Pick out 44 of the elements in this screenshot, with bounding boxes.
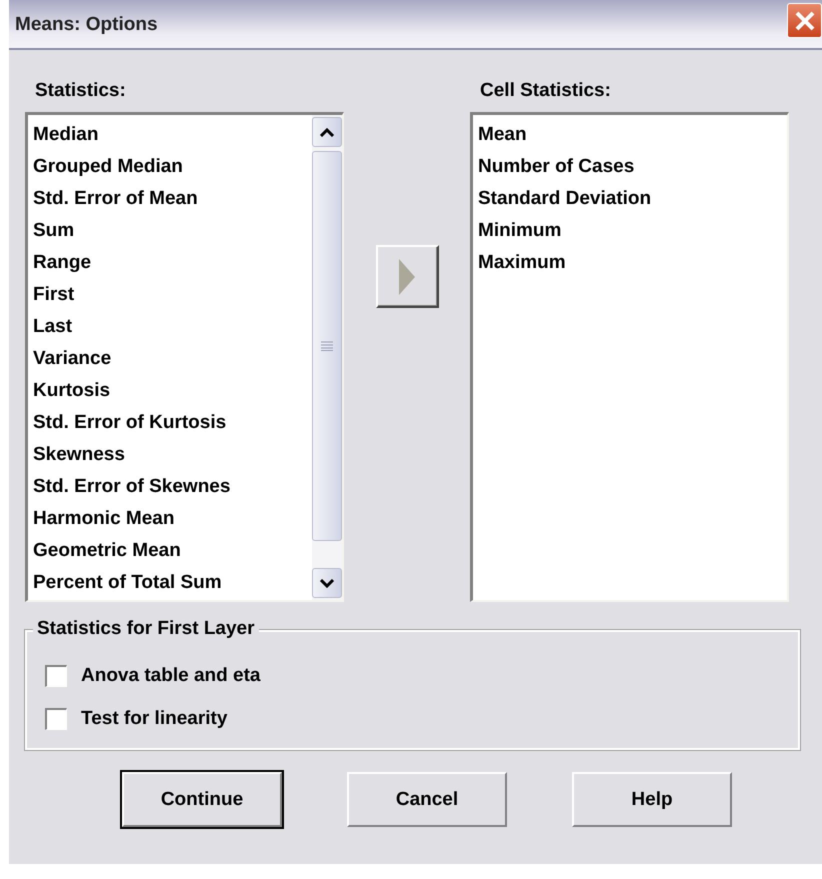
down-caret-icon — [320, 578, 334, 588]
close-icon — [794, 10, 816, 32]
list-item[interactable]: Std. Error of Kurtosis — [32, 407, 228, 439]
scrollbar[interactable] — [312, 115, 342, 600]
list-item[interactable]: Minimum — [477, 215, 562, 247]
list-item[interactable]: Range — [32, 247, 92, 279]
list-item[interactable]: Last — [32, 311, 74, 343]
list-item[interactable]: Std. Error of Mean — [32, 183, 199, 215]
up-caret-icon — [320, 128, 334, 136]
list-item[interactable]: Variance — [32, 343, 112, 375]
checkbox-label: Test for linearity — [81, 708, 228, 730]
move-button[interactable] — [376, 245, 438, 308]
list-item[interactable]: Percent of Total Sum — [32, 567, 223, 599]
dialog-button[interactable]: Help — [572, 772, 732, 827]
list-item[interactable]: Geometric Mean — [32, 535, 182, 567]
cell-statistics-list[interactable]: Mean Number of Cases Standard Deviation Minimum Maximum — [470, 112, 789, 602]
list-item[interactable]: Std. Error of Skewnes — [32, 471, 232, 503]
list-item[interactable]: Number of Cases — [477, 151, 636, 183]
right-triangle-icon — [397, 256, 417, 296]
window-title: Means: Options — [15, 14, 158, 36]
close-button[interactable] — [787, 3, 822, 38]
list-item[interactable]: Mean — [477, 119, 528, 151]
list-item[interactable]: First — [32, 279, 76, 311]
dialog-button[interactable]: Continue — [122, 772, 282, 827]
grip-icon — [321, 341, 333, 351]
list-label: Cell Statistics: — [480, 80, 612, 103]
list-item[interactable]: Sum — [32, 215, 76, 247]
list-label: Statistics: — [35, 80, 127, 103]
scroll-down-button[interactable] — [312, 568, 342, 598]
dialog-button[interactable]: Cancel — [347, 772, 507, 827]
list-item[interactable]: Harmonic Mean — [32, 503, 176, 535]
checkbox-label: Anova table and eta — [81, 664, 260, 686]
scroll-up-button[interactable] — [312, 117, 342, 147]
list-item[interactable]: Maximum — [477, 247, 567, 279]
statistics-list[interactable]: Median Grouped Median Std. Error of Mean Sum Range First Last Variance Kurtosis Std. Error of Kurtosis Skewness Std. Error of Skewnes Harmonic Mean Geometric Mean Percent of Total Sum — [25, 112, 344, 602]
list-item[interactable]: Standard Deviation — [477, 183, 652, 215]
list-item[interactable]: Kurtosis — [32, 375, 112, 407]
list-item[interactable]: Grouped Median — [32, 151, 184, 183]
scroll-thumb[interactable] — [312, 151, 342, 541]
checkbox[interactable] — [45, 664, 67, 686]
list-item[interactable]: Median — [32, 119, 100, 151]
checkbox[interactable] — [45, 708, 67, 730]
group-title: Statistics for First Layer — [33, 618, 259, 640]
list-item[interactable]: Skewness — [32, 439, 126, 471]
